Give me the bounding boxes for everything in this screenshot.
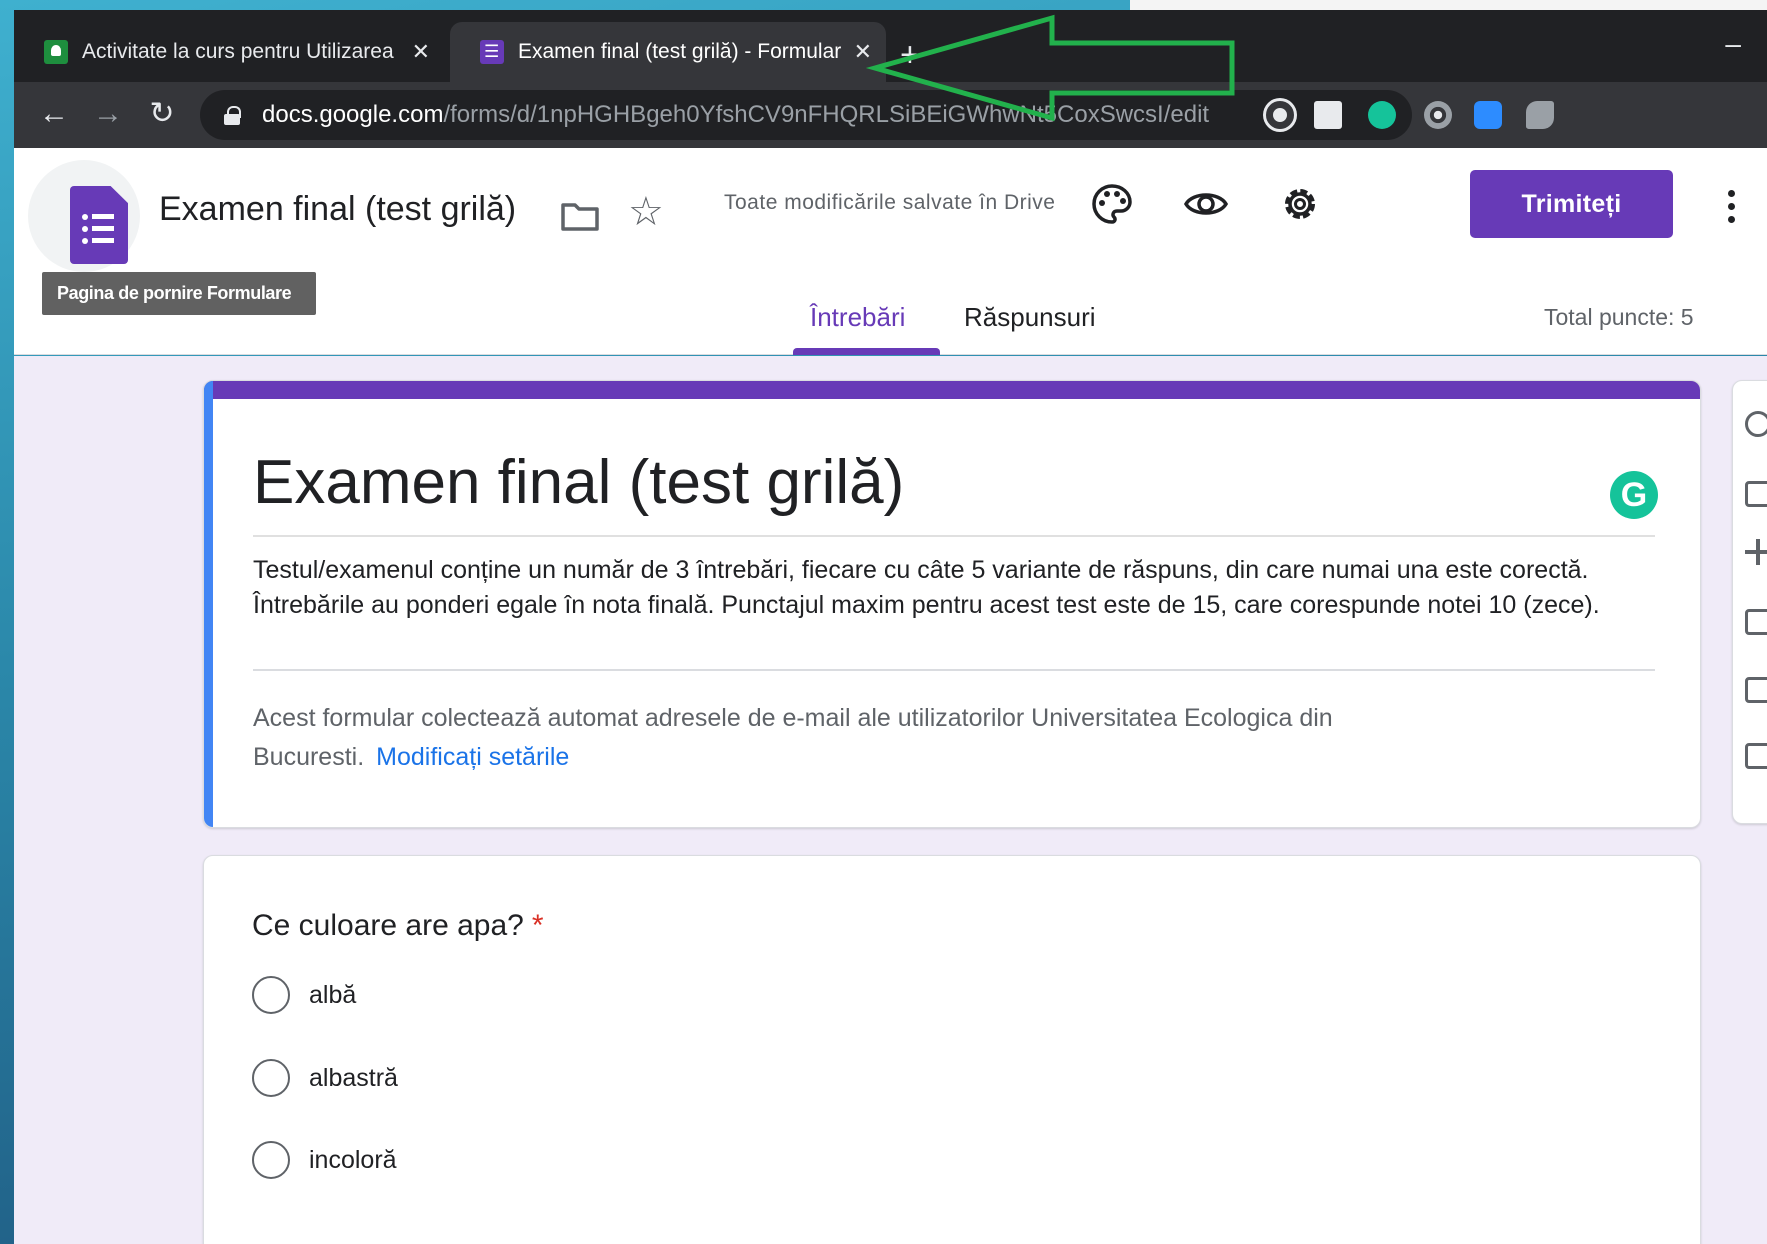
active-tab-indicator — [793, 348, 940, 355]
floating-toolbar — [1732, 380, 1767, 824]
required-asterisk: * — [531, 909, 544, 942]
forms-logo-icon — [70, 186, 128, 264]
tooltip: Pagina de pornire Formulare — [42, 272, 316, 315]
add-image-icon[interactable] — [1745, 609, 1767, 635]
import-questions-icon[interactable] — [1745, 481, 1767, 507]
option-label: albastră — [309, 1063, 398, 1092]
question-title[interactable]: Ce culoare are apa? * — [252, 909, 544, 943]
grammarly-icon[interactable]: G — [1610, 471, 1658, 519]
annotation-arrow-icon — [865, 14, 1235, 122]
add-question-icon[interactable] — [1745, 411, 1767, 437]
card-focus-bar — [204, 381, 213, 827]
option-row[interactable]: albă — [252, 975, 356, 1015]
tab-questions[interactable]: Întrebări — [810, 302, 905, 333]
email-collection-note: Acest formular colectează automat adrese… — [253, 704, 1333, 771]
form-description[interactable]: Testul/examenul conține un număr de 3 în… — [253, 553, 1663, 623]
forms-home-button[interactable] — [28, 160, 140, 272]
form-editor-canvas: Examen final (test grilă) G Testul/exame… — [14, 356, 1767, 1244]
browser-window: Activitate la curs pentru Utilizarea ✕ E… — [14, 0, 1767, 1244]
add-video-icon[interactable] — [1745, 677, 1767, 703]
palette-icon[interactable] — [1090, 182, 1134, 226]
more-vert-icon[interactable] — [1728, 190, 1738, 229]
form-title-card[interactable]: Examen final (test grilă) G Testul/exame… — [203, 380, 1701, 828]
add-title-icon[interactable] — [1745, 539, 1767, 565]
radio-button[interactable] — [252, 976, 290, 1014]
forms-app-bar: Examen final (test grilă) ☆ Toate modifi… — [14, 148, 1767, 355]
send-button[interactable]: Trimiteți — [1470, 170, 1673, 238]
settings-gear-icon[interactable] — [1278, 182, 1322, 226]
option-label: albă — [309, 980, 357, 1009]
option-row[interactable]: incoloră — [252, 1140, 397, 1180]
save-status: Toate modificările salvate în Drive — [724, 191, 1056, 214]
divider — [253, 535, 1655, 537]
option-row[interactable]: albastră — [252, 1058, 398, 1098]
document-title[interactable]: Examen final (test grilă) — [159, 190, 516, 229]
radio-button[interactable] — [252, 1141, 290, 1179]
card-accent-bar — [204, 381, 1700, 399]
divider — [253, 669, 1655, 671]
preview-eye-icon[interactable] — [1184, 182, 1228, 226]
total-points: Total puncte: 5 — [1544, 304, 1694, 330]
radio-button[interactable] — [252, 1059, 290, 1097]
star-icon[interactable]: ☆ — [628, 192, 664, 232]
change-settings-link[interactable]: Modificați setările — [376, 743, 569, 771]
add-section-icon[interactable] — [1745, 743, 1767, 769]
option-label: incoloră — [309, 1145, 397, 1174]
tab-responses[interactable]: Răspunsuri — [964, 302, 1096, 333]
question-card[interactable]: Ce culoare are apa? * albă albastră incol… — [203, 855, 1701, 1244]
folder-icon[interactable] — [560, 200, 600, 232]
form-title[interactable]: Examen final (test grilă) — [253, 447, 904, 518]
